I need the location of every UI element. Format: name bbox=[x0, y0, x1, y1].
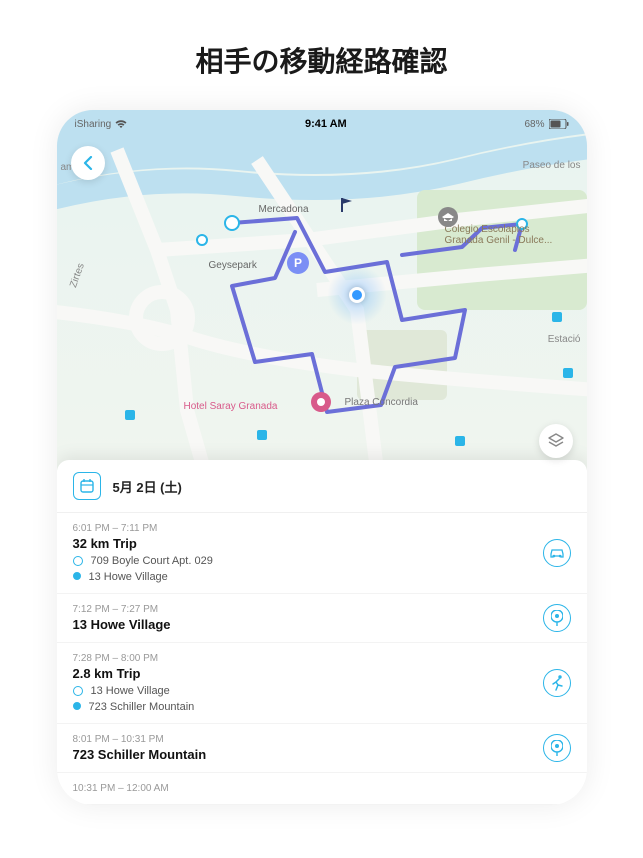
activity-badge-run bbox=[543, 669, 571, 697]
battery-icon bbox=[549, 119, 569, 129]
timeline-item[interactable]: 6:01 PM – 7:11 PM 32 km Trip 709 Boyle C… bbox=[57, 513, 587, 594]
activity-badge-car bbox=[543, 539, 571, 567]
origin-label: 13 Howe Village bbox=[91, 685, 170, 697]
hotel-pin bbox=[311, 392, 329, 414]
destination-pin-icon bbox=[73, 702, 81, 712]
destination-pin-icon bbox=[73, 572, 81, 582]
timeline-sheet[interactable]: 5月 2日 (土) 6:01 PM – 7:11 PM 32 km Trip 7… bbox=[57, 460, 587, 805]
status-bar: iSharing 9:41 AM 68% bbox=[57, 110, 587, 134]
destination-label: 13 Howe Village bbox=[89, 571, 168, 583]
layers-icon bbox=[547, 432, 565, 450]
calendar-icon bbox=[73, 472, 101, 500]
time-range: 8:01 PM – 10:31 PM bbox=[73, 734, 571, 745]
device-frame: iSharing 9:41 AM 68% bbox=[57, 110, 587, 805]
clock-label: 9:41 AM bbox=[305, 118, 347, 130]
running-icon bbox=[550, 675, 564, 691]
trip-title: 13 Howe Village bbox=[73, 617, 571, 632]
chevron-left-icon bbox=[83, 156, 93, 170]
wifi-icon bbox=[115, 120, 127, 129]
car-icon bbox=[549, 547, 565, 559]
activity-badge-pin bbox=[543, 604, 571, 632]
timeline-item[interactable]: 8:01 PM – 10:31 PM 723 Schiller Mountain bbox=[57, 724, 587, 773]
destination-label: 723 Schiller Mountain bbox=[89, 701, 195, 713]
map-canvas bbox=[57, 110, 587, 470]
time-range: 10:31 PM – 12:00 AM bbox=[73, 783, 571, 794]
layers-button[interactable] bbox=[539, 424, 573, 458]
date-label: 5月 2日 (土) bbox=[113, 477, 182, 496]
carrier-label: iSharing bbox=[75, 119, 112, 130]
timeline-item[interactable]: 7:28 PM – 8:00 PM 2.8 km Trip 13 Howe Vi… bbox=[57, 643, 587, 724]
timeline-item[interactable]: 10:31 PM – 12:00 AM bbox=[57, 773, 587, 805]
battery-label: 68% bbox=[524, 119, 544, 130]
origin-label: 709 Boyle Court Apt. 029 bbox=[91, 555, 213, 567]
page-title: 相手の移動経路確認 bbox=[0, 0, 643, 110]
map-pin-icon bbox=[551, 740, 563, 756]
svg-text:P: P bbox=[293, 256, 301, 270]
origin-bullet-icon bbox=[73, 556, 83, 566]
school-pin bbox=[437, 206, 455, 228]
timeline-item[interactable]: 7:12 PM – 7:27 PM 13 Howe Village bbox=[57, 594, 587, 643]
parking-pin: P bbox=[287, 252, 305, 274]
map-view[interactable]: amar Mercadona Geysepark Hotel Saray Gra… bbox=[57, 110, 587, 470]
origin-bullet-icon bbox=[73, 686, 83, 696]
trip-title: 32 km Trip bbox=[73, 536, 571, 551]
time-range: 7:28 PM – 8:00 PM bbox=[73, 653, 571, 664]
back-button[interactable] bbox=[71, 146, 105, 180]
activity-badge-pin bbox=[543, 734, 571, 762]
current-location-marker bbox=[327, 265, 387, 325]
trip-title: 2.8 km Trip bbox=[73, 666, 571, 681]
trip-title: 723 Schiller Mountain bbox=[73, 747, 571, 762]
time-range: 7:12 PM – 7:27 PM bbox=[73, 604, 571, 615]
date-header[interactable]: 5月 2日 (土) bbox=[57, 460, 587, 513]
map-pin-icon bbox=[551, 610, 563, 626]
time-range: 6:01 PM – 7:11 PM bbox=[73, 523, 571, 534]
